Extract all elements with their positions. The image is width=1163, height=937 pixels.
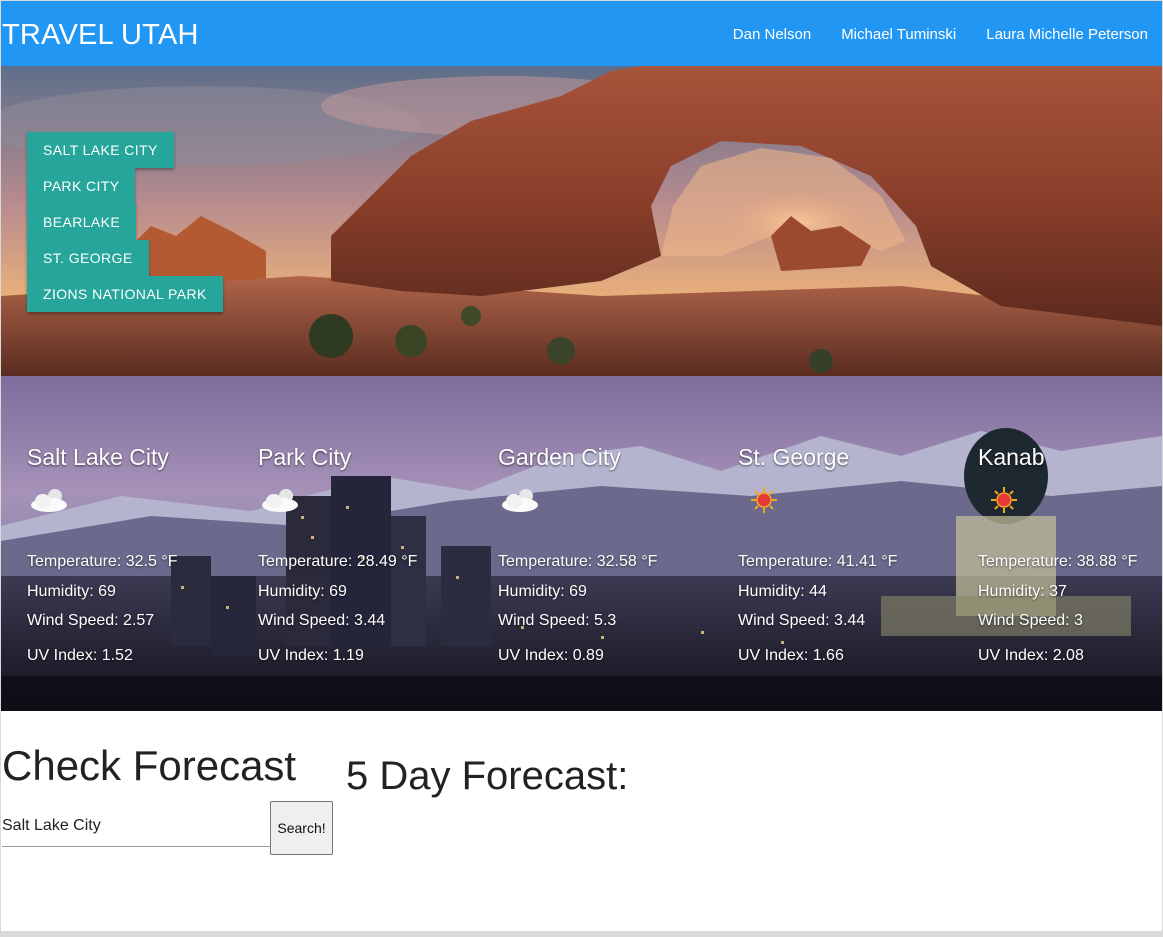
weather-city-name: St. George — [738, 444, 850, 470]
city-button-salt-lake-city[interactable]: SALT LAKE CITY — [27, 132, 174, 168]
five-day-forecast-heading: 5 Day Forecast: — [346, 754, 629, 798]
weather-uv-index: UV Index: 1.19 — [258, 647, 364, 664]
sun-icon — [738, 485, 968, 525]
weather-humidity: Humidity: 69 — [258, 583, 347, 600]
city-search-input[interactable] — [2, 806, 270, 847]
weather-humidity: Humidity: 37 — [978, 583, 1067, 600]
weather-temperature: Temperature: 32.5 °F — [27, 553, 178, 570]
check-forecast-heading: Check Forecast — [2, 742, 297, 789]
weather-card-garden-city: Garden City Temperature: 32.58 °F Humidi… — [498, 443, 728, 664]
weather-uv-index: UV Index: 1.66 — [738, 647, 844, 664]
weather-humidity: Humidity: 44 — [738, 583, 827, 600]
weather-wind-speed: Wind Speed: 3.44 — [738, 612, 866, 629]
weather-card-park-city: Park City Temperature: 28.49 °F Humidity… — [258, 443, 488, 664]
weather-wind-speed: Wind Speed: 2.57 — [27, 612, 155, 629]
weather-uv-index: UV Index: 1.52 — [27, 647, 133, 664]
weather-card-salt-lake-city: Salt Lake City Temperature: 32.5 °F Humi… — [27, 443, 257, 664]
weather-wind-speed: Wind Speed: 3.44 — [258, 612, 386, 629]
weather-city-name: Kanab — [978, 444, 1045, 470]
weather-temperature: Temperature: 38.88 °F — [978, 553, 1138, 570]
weather-wind-speed: Wind Speed: 5.3 — [498, 612, 617, 629]
weather-uv-index: UV Index: 0.89 — [498, 647, 604, 664]
city-button-park-city[interactable]: PARK CITY — [27, 168, 136, 204]
sun-icon — [978, 485, 1162, 525]
weather-temperature: Temperature: 41.41 °F — [738, 553, 898, 570]
weather-city-name: Salt Lake City — [27, 444, 169, 470]
nav-link-dan-nelson[interactable]: Dan Nelson — [733, 25, 811, 45]
city-button-st-george[interactable]: ST. GEORGE — [27, 240, 149, 276]
city-menu: SALT LAKE CITY PARK CITY BEARLAKE ST. GE… — [27, 132, 223, 312]
navbar: TRAVEL UTAH Dan Nelson Michael Tuminski … — [1, 1, 1162, 66]
city-button-zions-national-park[interactable]: ZIONS NATIONAL PARK — [27, 276, 223, 312]
weather-temperature: Temperature: 32.58 °F — [498, 553, 658, 570]
weather-uv-index: UV Index: 2.08 — [978, 647, 1084, 664]
weather-city-name: Park City — [258, 444, 352, 470]
brand-logo[interactable]: TRAVEL UTAH — [2, 18, 199, 52]
partly-cloudy-icon — [27, 485, 257, 525]
weather-banner: Salt Lake City Temperature: 32.5 °F Humi… — [1, 376, 1162, 711]
page: TRAVEL UTAH Dan Nelson Michael Tuminski … — [1, 1, 1162, 931]
search-button[interactable]: Search! — [270, 801, 333, 855]
nav-link-michael-tuminski[interactable]: Michael Tuminski — [841, 25, 956, 45]
nav-link-laura-michelle-peterson[interactable]: Laura Michelle Peterson — [986, 25, 1148, 45]
weather-card-st-george: St. George Temperature: 41.41 °F Humidit… — [738, 443, 968, 664]
city-button-bearlake[interactable]: BEARLAKE — [27, 204, 137, 240]
weather-humidity: Humidity: 69 — [498, 583, 587, 600]
partly-cloudy-icon — [258, 485, 488, 525]
weather-humidity: Humidity: 69 — [27, 583, 116, 600]
partly-cloudy-icon — [498, 485, 728, 525]
weather-temperature: Temperature: 28.49 °F — [258, 553, 418, 570]
weather-city-name: Garden City — [498, 444, 621, 470]
weather-card-kanab: Kanab Temperature: 38.88 °F Humidity: 37… — [978, 443, 1162, 664]
hero-arch-banner: SALT LAKE CITY PARK CITY BEARLAKE ST. GE… — [1, 66, 1162, 376]
weather-wind-speed: Wind Speed: 3 — [978, 612, 1083, 629]
nav-links: Dan Nelson Michael Tuminski Laura Michel… — [733, 25, 1148, 45]
